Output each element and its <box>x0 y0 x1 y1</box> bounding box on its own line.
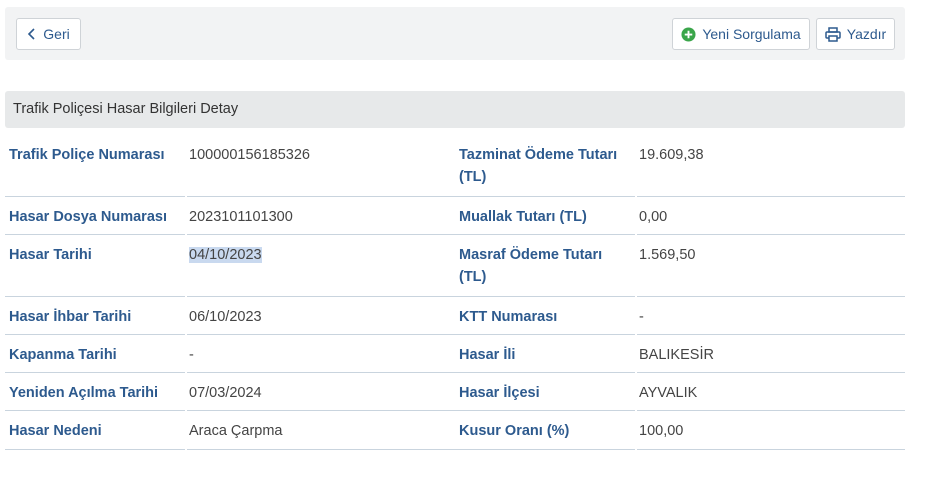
back-button[interactable]: Geri <box>16 18 81 50</box>
label-kusur-orani: Kusur Oranı (%) <box>459 423 570 439</box>
label-hasar-dosya-numarasi: Hasar Dosya Numarası <box>9 209 167 225</box>
value-tazminat-odeme-tutari: 19.609,38 <box>639 147 704 163</box>
print-button[interactable]: Yazdır <box>816 18 895 50</box>
plus-circle-icon <box>681 26 696 42</box>
label-hasar-ili: Hasar İli <box>459 347 516 363</box>
print-button-label: Yazdır <box>846 26 887 42</box>
detail-row: Kapanma Tarihi - Hasar İli BALIKESİR <box>5 335 905 373</box>
label-kapanma-tarihi: Kapanma Tarihi <box>9 347 117 363</box>
chevron-left-icon <box>27 28 37 40</box>
label-ktt-numarasi: KTT Numarası <box>459 309 558 325</box>
new-query-button-label: Yeni Sorgulama <box>702 26 801 42</box>
label-masraf-odeme-tutari: Masraf Ödeme Tutarı (TL) <box>459 247 603 285</box>
value-ktt-numarasi: - <box>639 309 644 325</box>
detail-row: Hasar Dosya Numarası 2023101101300 Muall… <box>5 197 905 235</box>
label-hasar-ilcesi: Hasar İlçesi <box>459 385 540 401</box>
label-yeniden-acilma-tarihi: Yeniden Açılma Tarihi <box>9 385 159 401</box>
value-kapanma-tarihi: - <box>189 347 194 363</box>
label-trafik-police-numarasi: Trafik Poliçe Numarası <box>9 147 165 163</box>
value-hasar-nedeni: Araca Çarpma <box>189 423 283 439</box>
label-hasar-ihbar-tarihi: Hasar İhbar Tarihi <box>9 309 132 325</box>
detail-row: Hasar İhbar Tarihi 06/10/2023 KTT Numara… <box>5 297 905 335</box>
value-hasar-ili: BALIKESİR <box>639 347 714 363</box>
detail-row: Hasar Tarihi 04/10/2023 Masraf Ödeme Tut… <box>5 235 905 297</box>
new-query-button[interactable]: Yeni Sorgulama <box>672 18 810 50</box>
value-masraf-odeme-tutari: 1.569,50 <box>639 247 696 263</box>
value-hasar-ilcesi: AYVALIK <box>639 385 698 401</box>
value-hasar-ihbar-tarihi: 06/10/2023 <box>189 309 262 325</box>
label-tazminat-odeme-tutari: Tazminat Ödeme Tutarı (TL) <box>459 147 618 185</box>
detail-row: Hasar Nedeni Araca Çarpma Kusur Oranı (%… <box>5 411 905 450</box>
value-kusur-orani: 100,00 <box>639 423 684 439</box>
printer-icon <box>825 26 841 42</box>
value-trafik-police-numarasi: 100000156185326 <box>189 147 310 163</box>
label-muallak-tutari: Muallak Tutarı (TL) <box>459 209 587 225</box>
toolbar: Geri Yeni Sorgulama Yazdır <box>5 7 905 60</box>
detail-row: Yeniden Açılma Tarihi 07/03/2024 Hasar İ… <box>5 373 905 411</box>
label-hasar-nedeni: Hasar Nedeni <box>9 423 102 439</box>
value-muallak-tutari: 0,00 <box>639 209 668 225</box>
detail-row: Trafik Poliçe Numarası 100000156185326 T… <box>5 135 905 197</box>
back-button-label: Geri <box>43 26 70 42</box>
value-yeniden-acilma-tarihi: 07/03/2024 <box>189 385 262 401</box>
value-hasar-dosya-numarasi: 2023101101300 <box>189 209 293 225</box>
panel-title: Trafik Poliçesi Hasar Bilgileri Detay <box>5 91 905 128</box>
label-hasar-tarihi: Hasar Tarihi <box>9 247 92 263</box>
value-hasar-tarihi: 04/10/2023 <box>189 247 262 263</box>
